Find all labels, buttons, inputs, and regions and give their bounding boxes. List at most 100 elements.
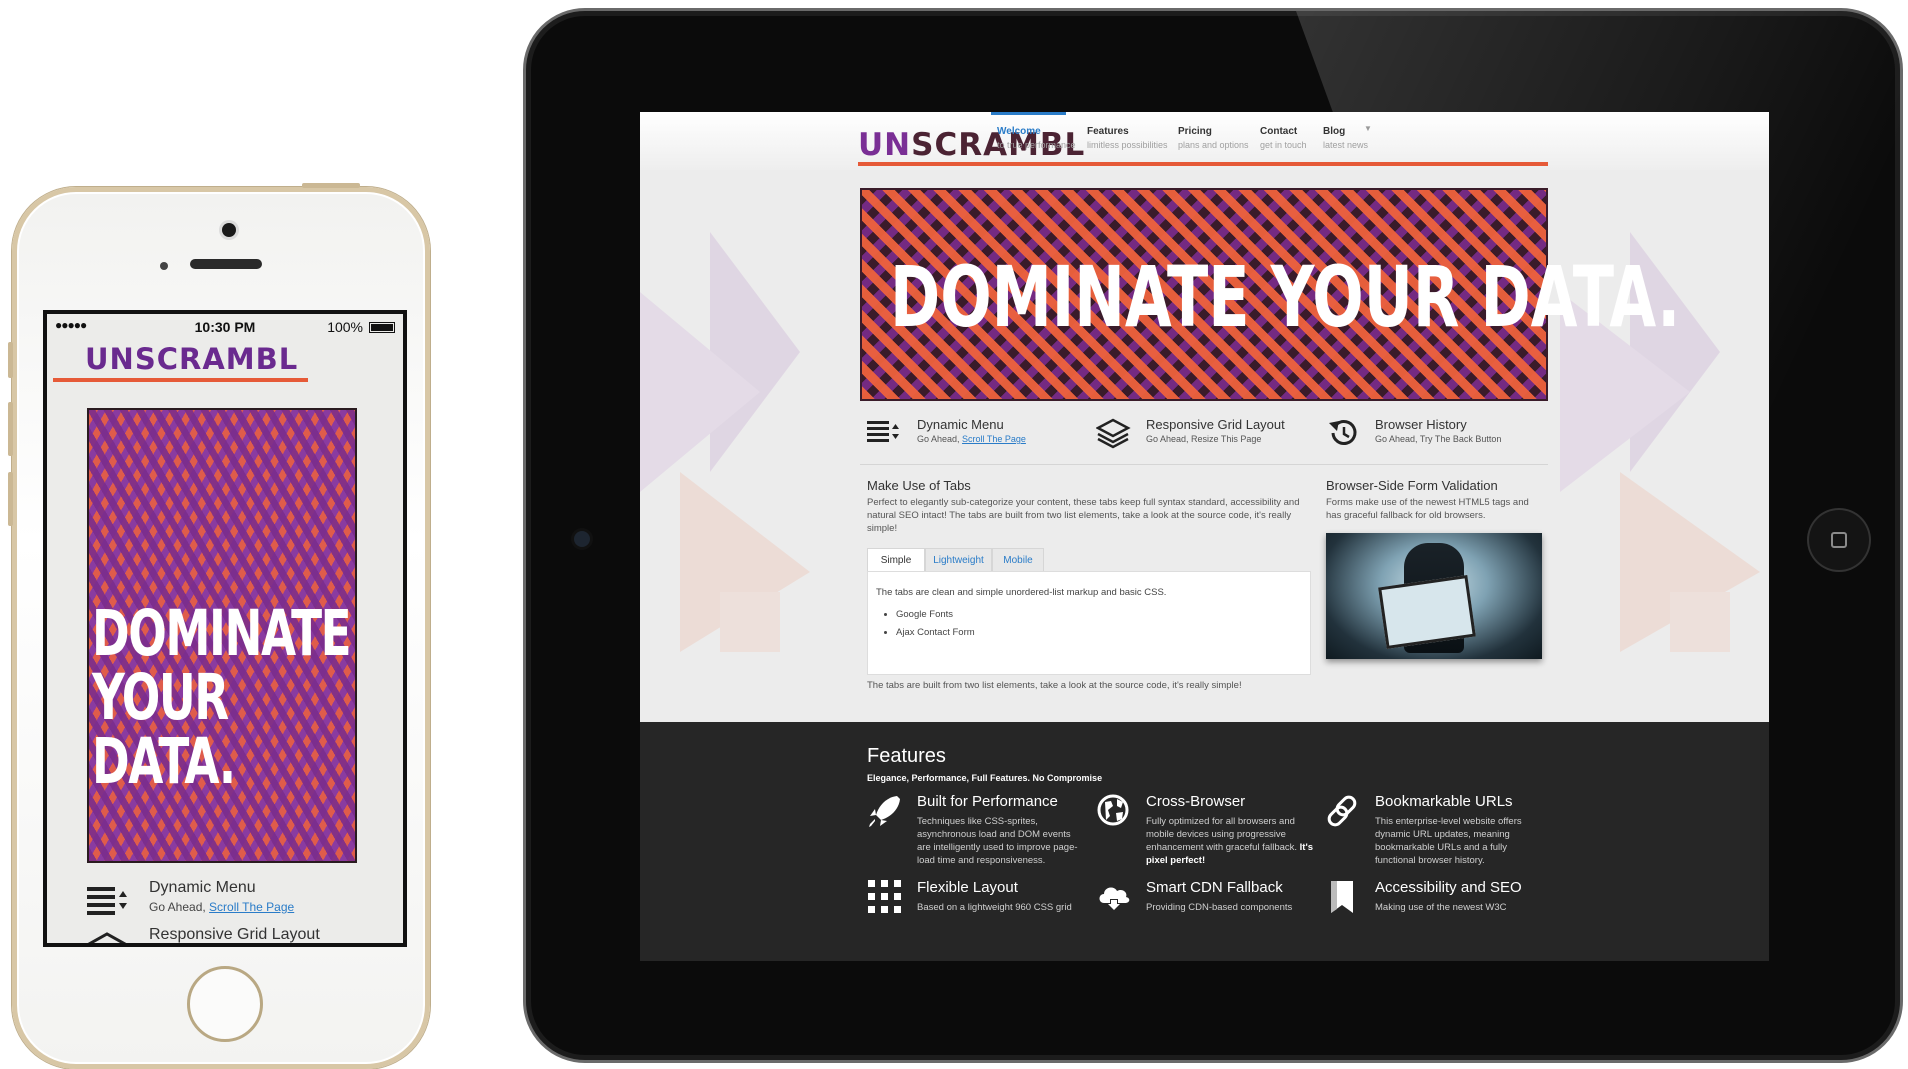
phone-power-button [302,183,360,188]
feature-title: Accessibility and SEO [1375,879,1522,896]
status-bar: ●●●●● 10:30 PM 100% [47,314,403,340]
phone-volume-up [8,402,13,456]
site-logo[interactable]: UNSCRAMBL [85,342,298,376]
phone-screen: ●●●●● 10:30 PM 100% UNSCRAMBL DOMINATE Y… [43,310,407,947]
feature-title: Dynamic Menu [917,417,1004,432]
phone-volume-down [8,472,13,526]
background-shapes-left [640,232,810,652]
feature-title: Dynamic Menu [149,879,256,896]
hero-banner: DOMINATE YOUR DATA. [860,188,1680,401]
tablet-camera [574,531,590,547]
feature-subtitle-text: Go Ahead, [917,434,963,444]
logo-underline [53,378,308,382]
tab-lightweight[interactable]: Lightweight [925,548,992,572]
feature-subtitle: Go Ahead, Try The Back Button [1375,434,1502,444]
menu-icon [87,887,127,915]
feature-description: Providing CDN-based components [1146,902,1293,913]
feature-subtitle: Go Ahead, Scroll The Page [149,900,294,914]
tab-bar: Simple Lightweight Mobile [867,548,1311,572]
hero-headline: DOMINATE YOUR DATA. [92,597,352,798]
phone-camera [222,223,236,237]
nav-sublabel: to true performance [997,140,1076,150]
feature-description: Fully optimized for all browsers and mob… [1146,815,1316,867]
nav-sublabel: get in touch [1260,140,1307,150]
link-icon [1327,795,1357,827]
features-subtitle: Elegance, Performance, Full Features. No… [867,773,1103,783]
tabs-section-title: Make Use of Tabs [867,478,971,493]
features-section: Features Elegance, Performance, Full Fea… [640,722,1769,961]
nav-sublabel: plans and options [1178,140,1249,150]
feature-title: Bookmarkable URLs [1375,793,1513,810]
site-header: UNSCRAMBL Welcome to true performance Fe… [640,112,1769,170]
globe-icon [1097,794,1129,826]
scroll-page-link[interactable]: Scroll The Page [209,900,294,914]
form-section-description: Forms make use of the newest HTML5 tags … [1326,497,1529,521]
nav-contact[interactable]: Contact get in touch [1260,126,1307,150]
logo-underline [858,162,1548,166]
nav-sublabel: limitless possibilities [1087,140,1168,150]
rocket-icon [869,796,900,827]
tab-panel-list: Google Fonts Ajax Contact Form [876,606,975,642]
tab-panel: The tabs are clean and simple unordered-… [867,571,1311,675]
menu-icon [867,421,899,442]
nav-label: Contact [1260,126,1298,137]
layers-icon [87,932,127,943]
bookmark-icon [1331,881,1353,913]
grid-icon [868,880,901,913]
layers-icon [1096,418,1131,449]
chevron-down-icon[interactable]: ▼ [1364,124,1372,133]
tabs-section-description: Perfect to elegantly sub-categorize your… [867,497,1300,534]
feature-title: Flexible Layout [917,879,1018,896]
tab-simple[interactable]: Simple [867,548,925,572]
feature-description: Making use of the newest W3C [1375,902,1507,913]
phone-home-button[interactable] [187,966,263,1042]
feature-description: Techniques like CSS-sprites, asynchronou… [917,816,1078,866]
nav-features[interactable]: Features limitless possibilities [1087,126,1168,150]
businessman-tablet-photo [1326,533,1542,659]
nav-label: Blog [1323,126,1346,137]
hero-headline: DOMINATE YOUR DATA. [890,248,1681,346]
feature-subtitle: Go Ahead, Resize This Page [1146,434,1262,444]
phone-mute-switch [8,342,13,378]
tab-mobile[interactable]: Mobile [992,548,1044,572]
nav-label: Features [1087,126,1129,137]
nav-label: Pricing [1178,126,1212,137]
tabs-footer-text: The tabs are built from two list element… [867,680,1242,691]
battery-icon [369,322,395,333]
feature-title: Smart CDN Fallback [1146,879,1283,896]
features-title: Features [867,745,946,767]
feature-title: Cross-Browser [1146,793,1246,810]
history-icon [1329,420,1357,445]
feature-description: This enterprise-level website offers dyn… [1375,816,1522,866]
nav-sublabel: latest news [1323,140,1369,150]
feature-description: Based on a lightweight 960 CSS grid [917,902,1072,913]
logo-part-a: UN [858,127,912,163]
tab-panel-intro: The tabs are clean and simple unordered-… [876,587,1167,598]
list-item: Ajax Contact Form [896,624,975,642]
hero-banner: DOMINATE YOUR DATA. [87,408,357,863]
home-square-icon [1831,532,1847,548]
photo-tablet [1378,575,1476,649]
battery-percent: 100% [327,319,363,335]
section-divider [860,464,1548,465]
cloud-download-icon [1099,887,1130,911]
tablet-screen: UNSCRAMBL Welcome to true performance Fe… [640,112,1769,961]
nav-welcome[interactable]: Welcome to true performance [991,112,1076,150]
form-section-title: Browser-Side Form Validation [1326,478,1498,493]
feature-title: Responsive Grid Layout [1146,417,1285,432]
phone-speaker [190,259,262,269]
feature-title: Responsive Grid Layout [149,926,320,943]
feature-description-text: Fully optimized for all browsers and mob… [1146,816,1298,853]
feature-subtitle: Go Ahead, Scroll The Page [917,434,1026,444]
phone-sensor [160,262,168,270]
iphone-device: ●●●●● 10:30 PM 100% UNSCRAMBL DOMINATE Y… [8,183,430,1069]
feature-title: Browser History [1375,417,1467,432]
feature-subtitle-text: Go Ahead, [149,900,210,914]
nav-pricing[interactable]: Pricing plans and options [1178,126,1249,150]
nav-blog[interactable]: Blog latest news [1323,126,1368,150]
scroll-page-link[interactable]: Scroll The Page [962,434,1026,444]
nav-label: Welcome [997,126,1041,137]
list-item: Google Fonts [896,606,975,624]
feature-title: Built for Performance [917,793,1058,810]
tablet-home-button[interactable] [1809,510,1869,570]
